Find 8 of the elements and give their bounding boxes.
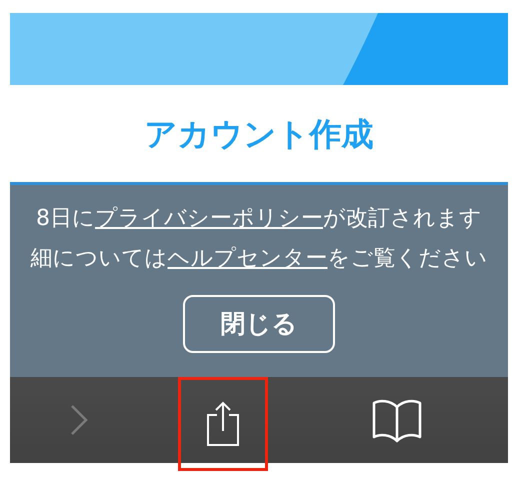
close-button[interactable]: 閉じる [183, 295, 335, 353]
share-icon[interactable] [204, 401, 242, 447]
notice-text: 8日に プライバシーポリシーが改訂されます [36, 205, 482, 233]
notice-text: 細についてはヘルプセンター をご覧ください [30, 245, 488, 273]
page-title: アカウント作成 [144, 114, 374, 154]
book-icon[interactable] [372, 397, 422, 443]
notice-link[interactable]: ヘルプセンター [168, 246, 328, 271]
notice-link[interactable]: プライバシーポリシー [95, 206, 323, 231]
